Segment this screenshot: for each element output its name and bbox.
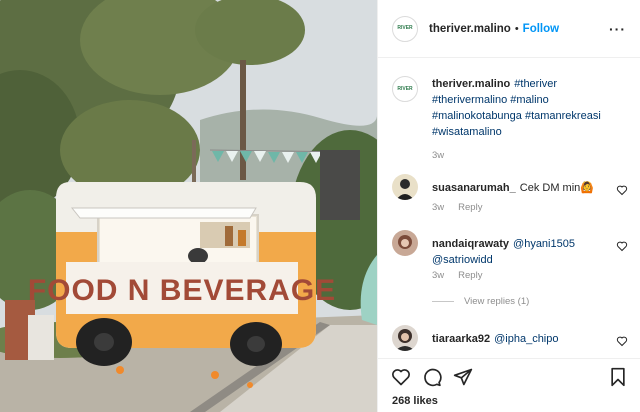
post-header: RIVER theriver.malino • Follow ··· xyxy=(378,0,640,58)
post-details-panel: RIVER theriver.malino • Follow ··· RIVER… xyxy=(377,0,640,412)
likes-count[interactable]: 268 likes xyxy=(392,395,438,407)
header-username[interactable]: theriver.malino xyxy=(429,23,511,35)
like-heart-icon[interactable] xyxy=(391,367,411,387)
separator-dot: • xyxy=(514,22,519,35)
caption-time: 3w xyxy=(432,150,445,161)
more-options-icon[interactable]: ··· xyxy=(609,21,626,37)
brand-logo: RIVER xyxy=(397,86,413,92)
save-bookmark-icon[interactable] xyxy=(609,367,627,387)
like-comment-heart-icon[interactable] xyxy=(616,335,628,347)
instagram-post-view: FOOD N BEVERAGE RIVER theriver.malino • … xyxy=(0,0,640,412)
commenter-avatar[interactable] xyxy=(392,230,418,256)
comment-meta: 3w Reply xyxy=(432,202,496,213)
reply-button[interactable]: Reply xyxy=(458,270,482,281)
like-comment-heart-icon[interactable] xyxy=(616,240,628,252)
comment-time: 3w xyxy=(432,270,445,281)
comment-mentions[interactable]: @ipha_chipo xyxy=(494,333,558,345)
comment-body: suasanarumah_ Cek DM min🙆 xyxy=(432,180,610,196)
commenter-avatar[interactable] xyxy=(392,325,418,351)
caption-body: theriver.malino #theriver #therivermalino… xyxy=(432,76,610,140)
food-truck-photo: FOOD N BEVERAGE xyxy=(0,0,377,412)
like-comment-heart-icon[interactable] xyxy=(616,184,628,196)
view-replies-label: View replies (1) xyxy=(464,296,530,307)
comment-meta: 3w Reply xyxy=(432,270,496,281)
brand-logo: RIVER xyxy=(397,25,413,31)
comment-body: nandaiqrawaty @hyani1505 @satriowidd xyxy=(432,236,610,268)
comment-username[interactable]: suasanarumah_ xyxy=(432,182,516,194)
view-replies-button[interactable]: View replies (1) xyxy=(432,296,529,307)
comment-bubble-icon[interactable] xyxy=(422,367,442,387)
follow-button[interactable]: Follow xyxy=(523,23,559,35)
caption-avatar[interactable]: RIVER xyxy=(392,76,418,102)
account-avatar[interactable]: RIVER xyxy=(392,15,418,42)
reply-button[interactable]: Reply xyxy=(458,202,482,213)
replies-divider xyxy=(432,301,454,302)
comment-username[interactable]: tiaraarka92 xyxy=(432,333,490,345)
comment-text: Cek DM min🙆 xyxy=(519,182,594,194)
comment-username[interactable]: nandaiqrawaty xyxy=(432,238,509,250)
comment-body: tiaraarka92 @ipha_chipo xyxy=(432,331,610,347)
comment-time: 3w xyxy=(432,202,445,213)
share-paper-plane-icon[interactable] xyxy=(453,367,473,387)
commenter-avatar[interactable] xyxy=(392,174,418,200)
caption-meta: 3w xyxy=(432,150,458,161)
caption-username[interactable]: theriver.malino xyxy=(432,78,510,90)
post-actions-bar: 268 likes xyxy=(378,358,640,412)
post-photo[interactable]: FOOD N BEVERAGE xyxy=(0,0,377,412)
truck-sign-text: FOOD N BEVERAGE xyxy=(28,274,336,307)
